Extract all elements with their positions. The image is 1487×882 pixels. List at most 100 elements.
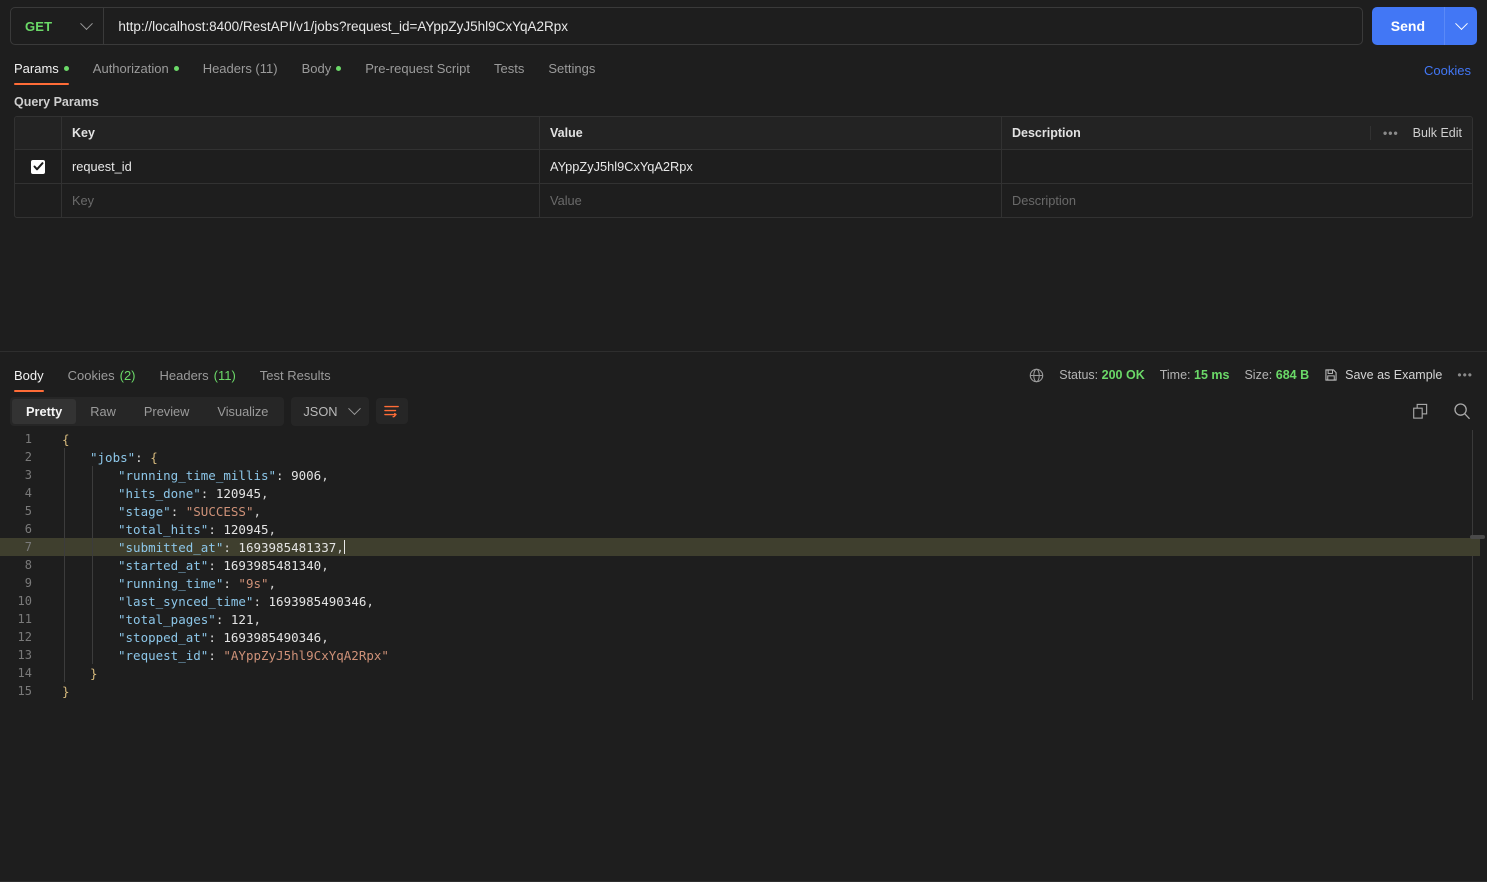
- response-body-toolbar: Pretty Raw Preview Visualize JSON: [0, 392, 1487, 430]
- code-text: "jobs": {: [44, 450, 158, 465]
- response-tab-cookies[interactable]: Cookies (2): [56, 359, 148, 392]
- cookies-link[interactable]: Cookies: [1424, 63, 1471, 78]
- bulk-edit-button[interactable]: Bulk Edit: [1413, 126, 1462, 140]
- code-scrollbar-thumb[interactable]: [1470, 535, 1485, 539]
- tab-label: Params: [14, 61, 59, 76]
- code-text: "hits_done": 120945,: [44, 486, 269, 501]
- new-param-description-input[interactable]: Description: [1002, 184, 1472, 217]
- response-tab-test-results[interactable]: Test Results: [248, 359, 343, 392]
- param-key-input[interactable]: request_id: [62, 150, 540, 183]
- status-value: 200 OK: [1102, 368, 1145, 382]
- modified-dot-icon: [336, 66, 341, 71]
- request-url-bar: GET http://localhost:8400/RestAPI/v1/job…: [0, 0, 1487, 52]
- tab-label: Test Results: [260, 368, 331, 383]
- chevron-down-icon: [348, 402, 361, 415]
- code-line: 15}: [0, 682, 1487, 700]
- header-description: Description: [1012, 126, 1081, 140]
- view-mode-visualize[interactable]: Visualize: [203, 399, 282, 424]
- view-mode-pretty[interactable]: Pretty: [12, 399, 76, 424]
- param-value-input[interactable]: AYppZyJ5hl9CxYqA2Rpx: [540, 150, 1002, 183]
- line-number: 3: [0, 468, 44, 482]
- code-text: }: [44, 684, 70, 699]
- tab-pre-request-script[interactable]: Pre-request Script: [353, 52, 482, 85]
- tab-params[interactable]: Params: [10, 52, 81, 85]
- view-mode-raw[interactable]: Raw: [76, 399, 130, 424]
- code-line: 2"jobs": {: [0, 448, 1487, 466]
- save-as-example-label: Save as Example: [1345, 368, 1442, 382]
- new-param-key-input[interactable]: Key: [62, 184, 540, 217]
- code-text: }: [44, 666, 98, 681]
- code-line: 11"total_pages": 121,: [0, 610, 1487, 628]
- tab-label: Pre-request Script: [365, 61, 470, 76]
- param-checkbox[interactable]: [31, 160, 45, 174]
- url-input-wrapper: GET http://localhost:8400/RestAPI/v1/job…: [10, 7, 1363, 45]
- header-value: Value: [540, 117, 1002, 149]
- code-line: 1{: [0, 430, 1487, 448]
- size-group: Size: 684 B: [1244, 368, 1309, 382]
- wrap-lines-button[interactable]: [376, 398, 408, 424]
- send-button-group: Send: [1372, 7, 1477, 45]
- code-text: "running_time_millis": 9006,: [44, 468, 329, 483]
- line-number: 11: [0, 612, 44, 626]
- code-line: 5"stage": "SUCCESS",: [0, 502, 1487, 520]
- line-number: 6: [0, 522, 44, 536]
- wrap-text-icon: [384, 404, 400, 418]
- tab-authorization[interactable]: Authorization: [81, 52, 191, 85]
- code-line: 6"total_hits": 120945,: [0, 520, 1487, 538]
- tab-settings[interactable]: Settings: [536, 52, 607, 85]
- response-body-code[interactable]: 1{2"jobs": { 3"running_time_millis": 9006…: [0, 430, 1487, 700]
- send-options-button[interactable]: [1444, 7, 1477, 45]
- code-line: 10"last_synced_time": 1693985490346,: [0, 592, 1487, 610]
- search-icon[interactable]: [1453, 402, 1471, 420]
- tab-headers[interactable]: Headers (11): [191, 52, 290, 85]
- table-row: request_id AYppZyJ5hl9CxYqA2Rpx: [15, 150, 1472, 184]
- header-key: Key: [62, 117, 540, 149]
- response-format-selector[interactable]: JSON: [291, 397, 368, 426]
- http-method-selector[interactable]: GET: [11, 8, 104, 44]
- tab-label: Authorization: [93, 61, 169, 76]
- modified-dot-icon: [174, 66, 179, 71]
- new-param-value-input[interactable]: Value: [540, 184, 1002, 217]
- line-number: 10: [0, 594, 44, 608]
- size-label: Size:: [1244, 368, 1272, 382]
- param-description-input[interactable]: [1002, 150, 1472, 183]
- response-divider: [0, 351, 1487, 352]
- chevron-down-icon: [80, 17, 93, 30]
- code-text: "running_time": "9s",: [44, 576, 276, 591]
- line-number: 9: [0, 576, 44, 590]
- body-toolbar-actions: [1412, 392, 1471, 430]
- time-label: Time:: [1160, 368, 1191, 382]
- tab-label: Headers: [160, 368, 209, 383]
- response-tab-body[interactable]: Body: [10, 359, 56, 392]
- response-tabs: Body Cookies (2) Headers (11) Test Resul…: [0, 358, 1487, 392]
- tab-label: Headers (11): [203, 61, 278, 76]
- row-checkbox-cell: [15, 150, 62, 183]
- send-button[interactable]: Send: [1372, 7, 1444, 45]
- line-number: 12: [0, 630, 44, 644]
- tab-label: Cookies: [68, 368, 115, 383]
- response-more-options-icon[interactable]: •••: [1457, 368, 1473, 382]
- line-number: 14: [0, 666, 44, 680]
- code-line: 7"submitted_at": 1693985481337,: [0, 538, 1480, 556]
- url-input[interactable]: http://localhost:8400/RestAPI/v1/jobs?re…: [104, 19, 1361, 34]
- globe-icon[interactable]: [1029, 368, 1044, 383]
- tab-body[interactable]: Body: [290, 52, 354, 85]
- code-text: "last_synced_time": 1693985490346,: [44, 594, 374, 609]
- copy-icon[interactable]: [1412, 403, 1429, 420]
- save-as-example-button[interactable]: Save as Example: [1324, 368, 1442, 382]
- indent-guide: [92, 466, 93, 664]
- header-checkbox-cell: [15, 117, 62, 149]
- code-text: "request_id": "AYppZyJ5hl9CxYqA2Rpx": [44, 648, 389, 663]
- table-header-row: Key Value Description ••• Bulk Edit: [15, 117, 1472, 150]
- view-mode-preview[interactable]: Preview: [130, 399, 204, 424]
- code-line: 8"started_at": 1693985481340,: [0, 556, 1487, 574]
- more-options-icon[interactable]: •••: [1383, 126, 1399, 140]
- code-text: "started_at": 1693985481340,: [44, 558, 329, 573]
- chevron-down-icon: [1455, 17, 1468, 30]
- response-tab-headers[interactable]: Headers (11): [148, 359, 248, 392]
- tab-tests[interactable]: Tests: [482, 52, 536, 85]
- line-number: 5: [0, 504, 44, 518]
- table-actions: ••• Bulk Edit: [1370, 126, 1462, 140]
- code-text: {: [44, 432, 70, 447]
- line-number: 8: [0, 558, 44, 572]
